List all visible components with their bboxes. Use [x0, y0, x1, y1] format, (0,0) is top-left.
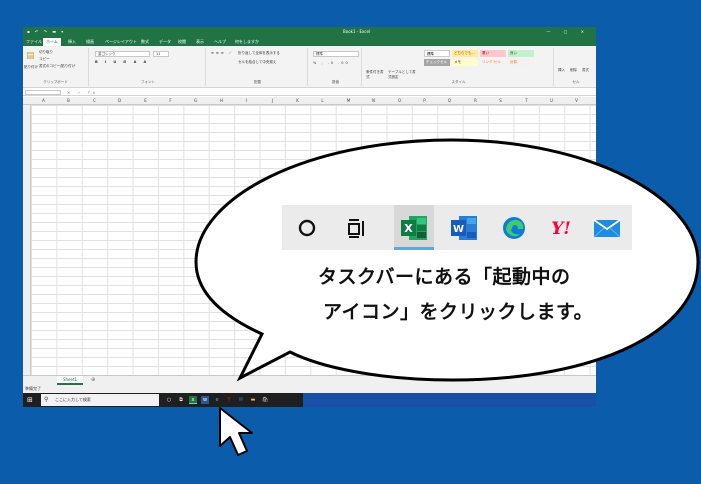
pointer-arrow	[219, 407, 253, 456]
mouse-pointer-icon	[219, 407, 253, 456]
